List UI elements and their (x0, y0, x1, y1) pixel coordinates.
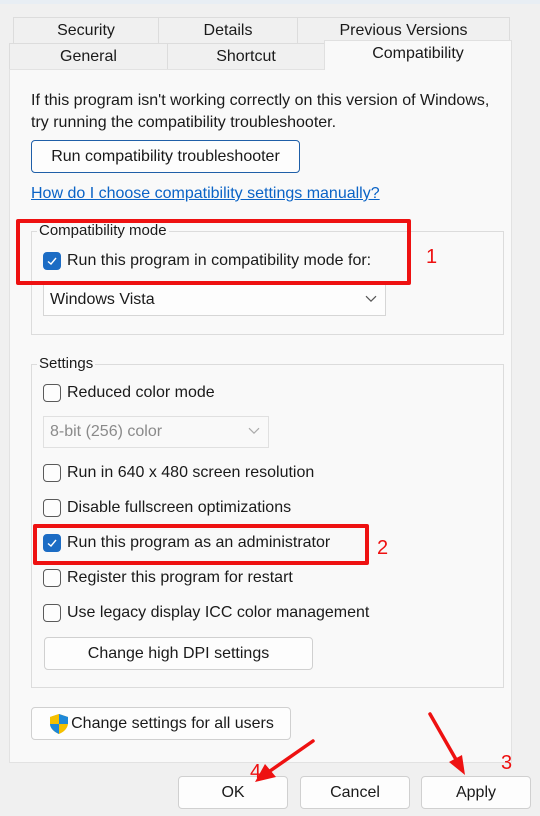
run-as-admin-label: Run this program as an administrator (67, 534, 331, 551)
annotation-number-3: 3 (501, 752, 513, 774)
chevron-down-icon (248, 427, 260, 435)
chevron-down-icon (365, 295, 377, 303)
checkbox-checked-icon (43, 534, 61, 552)
disable-fullscreen-label: Disable fullscreen optimizations (67, 499, 292, 516)
help-link[interactable]: How do I choose compatibility settings m… (31, 185, 380, 203)
os-version-select[interactable]: Windows Vista (43, 284, 386, 316)
uac-shield-icon (50, 713, 69, 734)
run-troubleshooter-button[interactable]: Run compatibility troubleshooter (31, 140, 300, 173)
change-all-users-button[interactable]: Change settings for all users (31, 707, 291, 740)
tab-details[interactable]: Details (158, 17, 298, 43)
run-640-label: Run in 640 x 480 screen resolution (67, 464, 315, 481)
os-version-value: Windows Vista (50, 291, 155, 308)
legacy-icc-checkbox[interactable]: Use legacy display ICC color management (43, 604, 369, 622)
register-restart-checkbox[interactable]: Register this program for restart (43, 569, 293, 587)
change-all-users-label: Change settings for all users (71, 715, 274, 732)
run-640-checkbox[interactable]: Run in 640 x 480 screen resolution (43, 464, 314, 482)
window-top-band (0, 0, 540, 4)
annotation-number-4: 4 (250, 761, 262, 783)
tab-general[interactable]: General (9, 43, 168, 69)
color-depth-value: 8-bit (256) color (50, 423, 163, 440)
compat-mode-checkbox[interactable]: Run this program in compatibility mode f… (43, 252, 371, 270)
tab-security[interactable]: Security (13, 17, 159, 43)
reduced-color-checkbox[interactable]: Reduced color mode (43, 384, 215, 402)
reduced-color-label: Reduced color mode (67, 384, 215, 401)
legacy-icc-label: Use legacy display ICC color management (67, 604, 370, 621)
color-depth-select[interactable]: 8-bit (256) color (43, 416, 269, 448)
annotation-number-2: 2 (377, 537, 389, 559)
register-restart-label: Register this program for restart (67, 569, 293, 586)
checkbox-checked-icon (43, 252, 61, 270)
compat-mode-legend: Compatibility mode (37, 222, 169, 239)
cancel-button[interactable]: Cancel (300, 776, 410, 809)
checkbox-unchecked-icon (43, 464, 61, 482)
tab-compatibility[interactable]: Compatibility (324, 40, 512, 70)
checkbox-unchecked-icon (43, 499, 61, 517)
compat-mode-checkbox-label: Run this program in compatibility mode f… (67, 252, 372, 269)
run-as-admin-checkbox[interactable]: Run this program as an administrator (43, 534, 330, 552)
tab-shortcut[interactable]: Shortcut (167, 43, 325, 69)
checkbox-unchecked-icon (43, 384, 61, 402)
change-dpi-button[interactable]: Change high DPI settings (44, 637, 313, 670)
settings-legend: Settings (37, 355, 96, 372)
ok-button[interactable]: OK (178, 776, 288, 809)
description-text: If this program isn't working correctly … (31, 92, 490, 131)
annotation-number-1: 1 (426, 246, 438, 268)
apply-button[interactable]: Apply (421, 776, 531, 809)
checkbox-unchecked-icon (43, 569, 61, 587)
checkbox-unchecked-icon (43, 604, 61, 622)
disable-fullscreen-checkbox[interactable]: Disable fullscreen optimizations (43, 499, 291, 517)
